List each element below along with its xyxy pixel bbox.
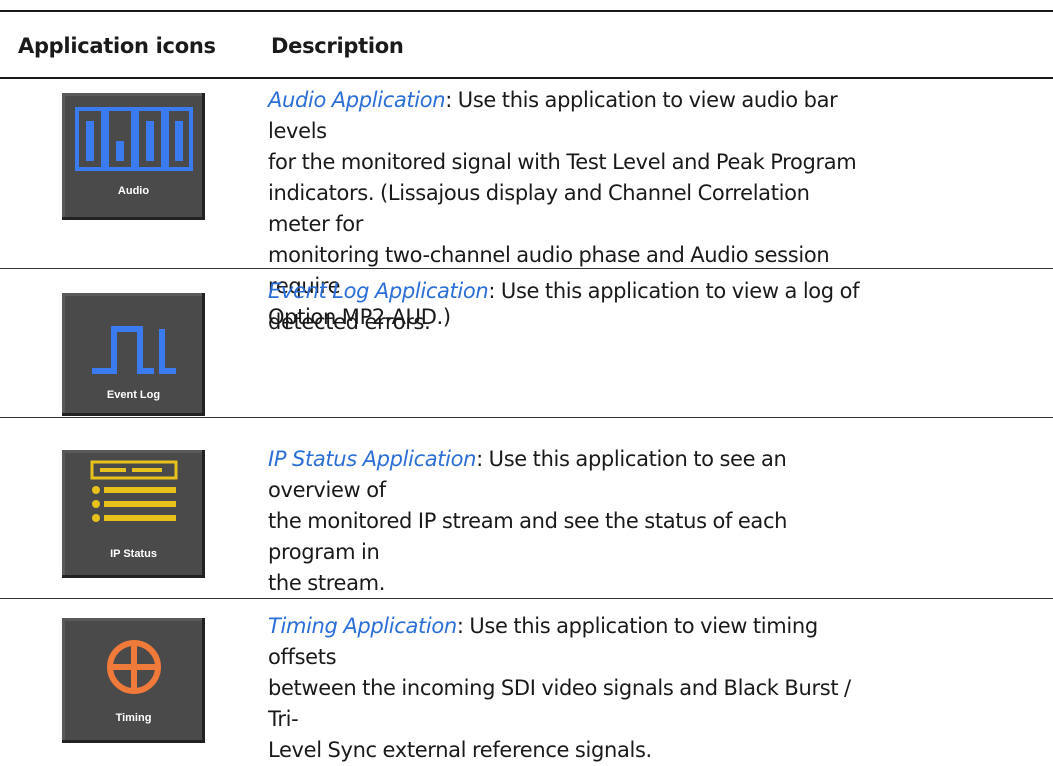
table-row: Event Log Event Log Application: Use thi… bbox=[0, 269, 1053, 417]
timing-icon bbox=[107, 640, 161, 694]
ip-status-app-tile: IP Status bbox=[62, 450, 205, 578]
description-text: Level Sync external reference signals. bbox=[268, 738, 652, 762]
event-log-application-link[interactable]: Event Log Application bbox=[268, 279, 489, 303]
audio-application-link[interactable]: Audio Application bbox=[268, 88, 446, 112]
timing-tile-label: Timing bbox=[115, 712, 152, 724]
event-log-tile-label: Event Log bbox=[106, 389, 161, 401]
timing-app-tile: Timing bbox=[62, 618, 205, 743]
description-text: : Use this application to view a log of bbox=[488, 279, 860, 303]
timing-description: Timing Application: Use this application… bbox=[268, 611, 868, 766]
description-text: the monitored IP stream and see the stat… bbox=[268, 509, 788, 564]
ip-status-application-link[interactable]: IP Status Application bbox=[268, 447, 476, 471]
header-application-icons: Application icons bbox=[18, 34, 216, 58]
description-text: between the incoming SDI video signals a… bbox=[268, 676, 851, 731]
audio-tile-label: Audio bbox=[117, 185, 150, 197]
header-description: Description bbox=[271, 34, 404, 58]
description-text: detected errors. bbox=[268, 310, 431, 334]
description-text: indicators. (Lissajous display and Chann… bbox=[268, 181, 810, 236]
ip-status-description: IP Status Application: Use this applicat… bbox=[268, 444, 868, 599]
audio-app-tile: Audio bbox=[62, 93, 205, 220]
event-log-app-tile: Event Log bbox=[62, 293, 205, 416]
description-text: the stream. bbox=[268, 571, 386, 595]
description-text: for the monitored signal with Test Level… bbox=[268, 150, 857, 174]
table-row: Timing Timing Application: Use this appl… bbox=[0, 599, 1053, 762]
ip-status-tile-label: IP Status bbox=[110, 548, 157, 560]
table-header-row: Application icons Description bbox=[0, 12, 1053, 78]
audio-icon bbox=[75, 107, 193, 171]
timing-application-link[interactable]: Timing Application bbox=[268, 614, 457, 638]
event-log-description: Event Log Application: Use this applicat… bbox=[268, 276, 868, 338]
table-row: Audio Audio Application : Use this applic… bbox=[0, 78, 1053, 329]
table-row: IP Status IP Status Application: Use thi… bbox=[0, 418, 1053, 598]
